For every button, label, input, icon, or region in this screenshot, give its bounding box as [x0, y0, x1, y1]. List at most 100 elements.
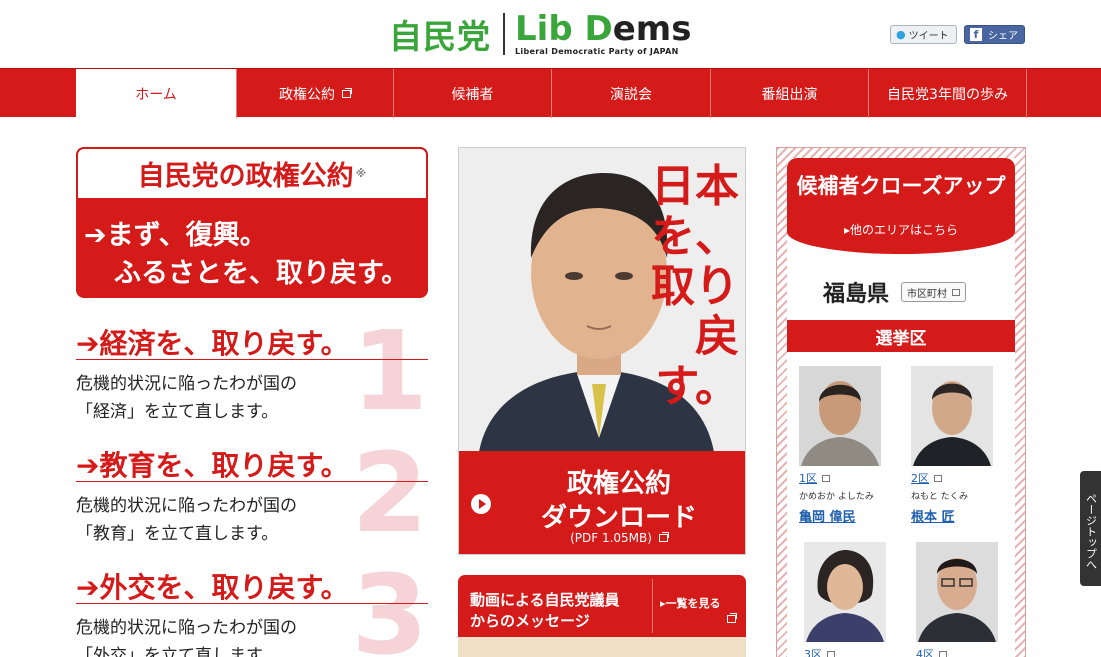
nav-home-label: ホーム — [135, 86, 177, 103]
nav-three-years[interactable]: 自民党3年間の歩み — [868, 69, 1026, 118]
candidate-photo[interactable] — [804, 542, 886, 642]
candidate-card[interactable]: 4区 — [916, 542, 1006, 657]
policy-text-line: 「経済」を立て直します。 — [76, 402, 279, 422]
policy-economy[interactable]: 1 ➔経済を、取り戻す。 危機的状況に陥ったわが国の 「経済」を立て直します。 — [76, 316, 428, 432]
policy-text-line: 危機的状況に陥ったわが国の — [76, 618, 297, 638]
video-list-link[interactable]: ▸一覧を見る — [660, 595, 721, 611]
candidate-portrait — [799, 366, 881, 466]
candidate-district: 3区 — [804, 648, 822, 657]
share-label: シェア — [988, 31, 1018, 42]
city-select-label: 市区町村 — [907, 288, 947, 300]
external-window-icon — [952, 288, 960, 296]
candidate-district: 4区 — [916, 648, 934, 657]
candidate-card[interactable]: 1区 かめおか よしたみ 亀岡 偉民 — [799, 366, 889, 525]
candidate-district-link[interactable]: 3区 — [804, 646, 894, 657]
candidate-photo[interactable] — [916, 542, 998, 642]
manifesto-title-mark: ※ — [355, 167, 367, 180]
logo-japanese: 自民党 — [389, 17, 491, 56]
nav-speeches-label: 演説会 — [610, 86, 652, 103]
candidate-photo[interactable] — [799, 366, 881, 466]
city-select-button[interactable]: 市区町村 — [901, 282, 966, 302]
policy-text-line: 危機的状況に陥ったわが国の — [76, 374, 297, 394]
logo-subtitle: Liberal Democratic Party of JAPAN — [515, 47, 679, 56]
candidate-district: 2区 — [911, 472, 929, 485]
page: 自民党 Lib Dems Liberal Democratic Party of… — [0, 0, 1101, 657]
play-arrow-icon — [471, 494, 491, 514]
candidate-card[interactable]: 3区 — [804, 542, 894, 657]
logo-lib: Lib — [515, 9, 573, 49]
manifesto-title-text: 自民党の政権公約 — [137, 161, 354, 192]
nav-home[interactable]: ホーム — [76, 69, 236, 118]
video-panel-title: 動画による自民党議員 からのメッセージ — [470, 590, 620, 632]
manifesto-download-button[interactable]: 政権公約 ダウンロード (PDF 1.05MB) — [459, 451, 745, 554]
candidate-panel-title: 候補者クローズアップ — [796, 174, 1006, 198]
candidate-closeup-panel: 候補者クローズアップ ▸他のエリアはこちら 福島県 市区町村 選挙区 1区 かめ… — [776, 147, 1026, 657]
nav-manifesto[interactable]: 政権公約 — [236, 69, 393, 118]
video-title-line1: 動画による自民党議員 — [470, 591, 620, 609]
manifesto-download-hero[interactable]: 日本を、取り戻す。 政権公約 ダウンロード (PDF 1.05MB) — [458, 147, 746, 555]
prefecture-name: 福島県 — [823, 282, 890, 307]
nav-end-divider — [1026, 69, 1101, 118]
video-divider — [652, 579, 653, 633]
candidate-kana: かめおか よしたみ — [799, 492, 874, 502]
logo-dems-rest: ems — [612, 9, 692, 49]
candidate-portrait — [916, 542, 998, 642]
policy-text-line: 「教育」を立て直します。 — [76, 524, 279, 544]
video-title-line2: からのメッセージ — [470, 612, 590, 630]
policy-text-line: 危機的状況に陥ったわが国の — [76, 496, 297, 516]
nav-speeches[interactable]: 演説会 — [551, 69, 710, 118]
page-top-button[interactable]: ページトップへ — [1080, 471, 1101, 586]
facebook-icon: f — [970, 28, 982, 41]
external-window-icon — [658, 532, 669, 542]
nav-tv-appearances[interactable]: 番組出演 — [710, 69, 868, 118]
other-areas-link[interactable]: ▸他のエリアはこちら — [787, 221, 1015, 238]
candidate-photo[interactable] — [911, 366, 993, 466]
candidate-name-link[interactable]: 根本 匠 — [911, 506, 1001, 525]
candidate-panel-inner: 候補者クローズアップ ▸他のエリアはこちら 福島県 市区町村 選挙区 1区 かめ… — [787, 158, 1015, 657]
candidate-kana: ねもと たくみ — [911, 492, 969, 502]
cta-file-info: (PDF 1.05MB) — [499, 531, 739, 545]
external-window-icon — [822, 474, 830, 482]
external-window-icon — [827, 650, 835, 657]
candidate-panel-header: 候補者クローズアップ ▸他のエリアはこちら — [787, 158, 1015, 254]
candidate-card[interactable]: 2区 ねもと たくみ 根本 匠 — [911, 366, 1001, 525]
policy-education[interactable]: 2 ➔教育を、取り戻す。 危機的状況に陥ったわが国の 「教育」を立て直します。 — [76, 438, 428, 554]
candidate-district-link[interactable]: 4区 — [916, 646, 1006, 657]
manifesto-line-hometown: ふるさとを、取り戻す。 — [114, 258, 409, 289]
policy-text-line: 「外交」を立て直します。 — [76, 646, 279, 657]
policy-heading: ➔外交を、取り戻す。 — [76, 566, 428, 604]
cta-download: ダウンロード — [540, 503, 697, 533]
external-window-icon — [342, 87, 352, 98]
logo-dems-d: D — [584, 9, 613, 49]
policy-diplomacy[interactable]: 3 ➔外交を、取り戻す。 危機的状況に陥ったわが国の 「外交」を立て直します。 — [76, 560, 428, 657]
candidate-district-link[interactable]: 1区 — [799, 470, 889, 486]
policy-heading: ➔教育を、取り戻す。 — [76, 444, 428, 482]
policy-description: 危機的状況に陥ったわが国の 「外交」を立て直します。 — [76, 614, 428, 657]
logo-divider — [503, 13, 505, 55]
logo-english: Lib Dems Liberal Democratic Party of JAP… — [515, 12, 691, 56]
logo-english-text: Lib Dems — [515, 12, 691, 46]
cta-file-size: (PDF 1.05MB) — [570, 531, 652, 545]
tweet-button[interactable]: ● ツイート — [890, 25, 957, 44]
nav-candidates[interactable]: 候補者 — [393, 69, 551, 118]
candidate-district: 1区 — [799, 472, 817, 485]
hero-slogan: 日本を、取り戻す。 — [651, 161, 739, 412]
site-logo[interactable]: 自民党 Lib Dems Liberal Democratic Party of… — [389, 10, 691, 58]
district-heading: 選挙区 — [787, 320, 1015, 352]
candidate-district-link[interactable]: 2区 — [911, 470, 1001, 486]
twitter-bird-icon: ● — [896, 28, 906, 41]
nav-manifesto-label: 政権公約 — [279, 86, 335, 103]
candidate-name-link[interactable]: 亀岡 偉民 — [799, 506, 889, 525]
policy-description: 危機的状況に陥ったわが国の 「教育」を立て直します。 — [76, 492, 428, 548]
manifesto-banner[interactable]: 自民党の政権公約 ※ ➔まず、復興。 ふるさとを、取り戻す。 — [76, 147, 428, 298]
nav-tv-label: 番組出演 — [761, 86, 818, 103]
nav-three-years-label: 自民党3年間の歩み — [887, 86, 1008, 103]
cta-title: 政権公約 — [566, 469, 671, 499]
policy-description: 危機的状況に陥ったわが国の 「経済」を立て直します。 — [76, 370, 428, 426]
candidate-portrait — [804, 542, 886, 642]
facebook-share-button[interactable]: f シェア — [964, 25, 1025, 44]
manifesto-title: 自民党の政権公約 ※ — [76, 147, 428, 200]
candidate-portrait — [911, 366, 993, 466]
external-window-icon — [934, 474, 942, 482]
external-window-icon — [727, 613, 737, 623]
